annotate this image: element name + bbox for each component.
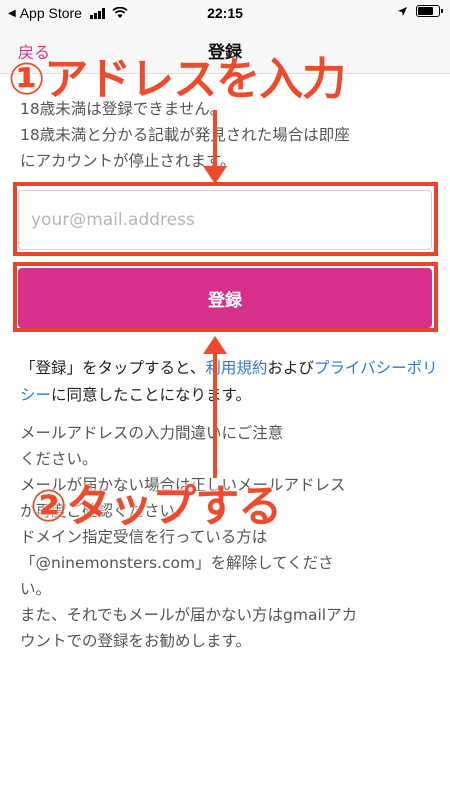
- note-line: ください。: [20, 450, 98, 468]
- email-notes: メールアドレスの入力間違いにご注意 ください。 メールが届かない場合は正しいメー…: [20, 420, 440, 654]
- step1-annotation: ①アドレスを入力: [8, 54, 346, 105]
- terms-of-service-link[interactable]: 利用規約: [205, 359, 267, 377]
- status-right: [397, 5, 443, 17]
- location-arrow-icon: [398, 6, 407, 16]
- terms-agreement: 「登録」をタップすると、利用規約およびプライバシーポリシーに同意したことになりま…: [20, 355, 440, 409]
- status-bar: ◀ App Store 22:15: [0, 0, 450, 26]
- status-time: 22:15: [207, 5, 243, 21]
- step2-annotation: ②タップする: [30, 481, 282, 532]
- email-highlight-box: [13, 182, 438, 256]
- age-notice: 18歳未満は登録できません。 18歳未満と分かる記載が発見された場合は即座 にア…: [20, 96, 440, 174]
- note-line: また、それでもメールが届かない方はgmailアカ: [20, 606, 358, 624]
- notice-line: にアカウントが停止されます。: [20, 152, 236, 170]
- terms-middle: および: [267, 359, 314, 377]
- button-highlight-box: [13, 262, 438, 332]
- terms-prefix: 「登録」をタップすると、: [20, 359, 206, 377]
- note-line: メールアドレスの入力間違いにご注意: [20, 424, 284, 442]
- battery-icon: [416, 5, 443, 17]
- notice-line: 18歳未満と分かる記載が発見された場合は即座: [20, 126, 350, 144]
- battery-fill: [418, 7, 433, 15]
- note-line: ウントでの登録をお勧めします。: [20, 632, 251, 650]
- note-line: い。: [20, 580, 52, 598]
- terms-suffix: に同意したことになります。: [51, 386, 251, 404]
- note-line: 「@ninemonsters.com」を解除してくださ: [20, 554, 334, 572]
